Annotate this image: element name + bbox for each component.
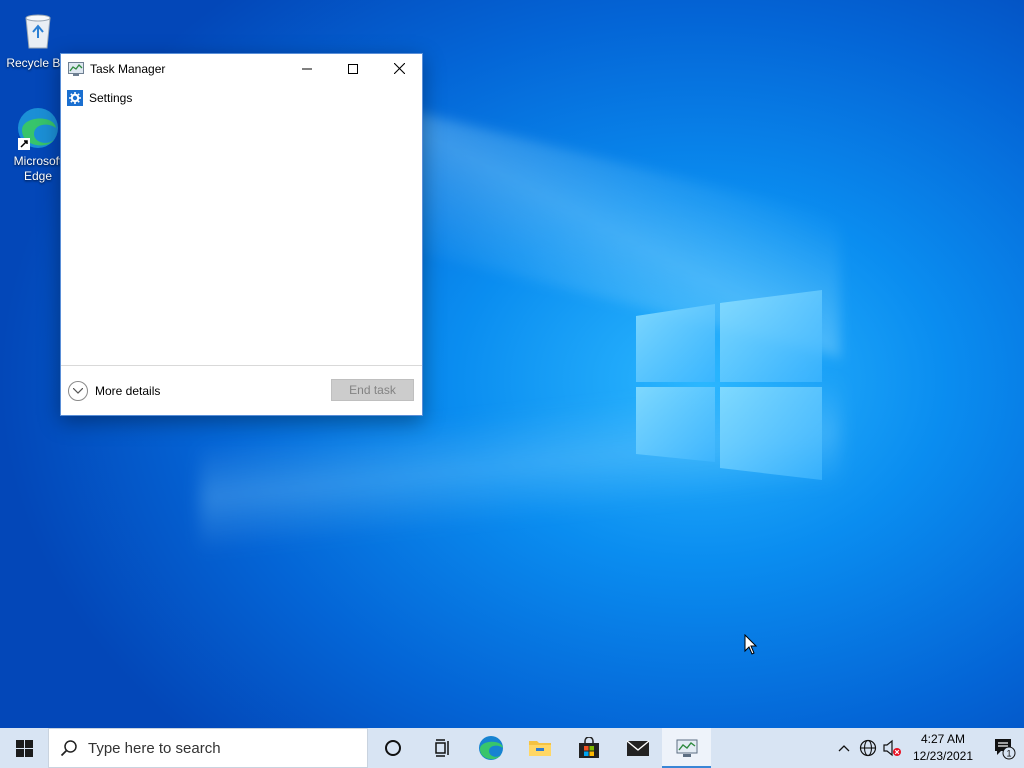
list-item[interactable]: Settings: [61, 87, 422, 109]
chevron-down-icon: [68, 380, 88, 401]
minimize-button[interactable]: [284, 54, 330, 83]
taskbar-mail-button[interactable]: [613, 728, 662, 768]
task-view-button[interactable]: [417, 728, 466, 768]
windows-start-icon: [15, 739, 33, 757]
action-center-button[interactable]: 1: [984, 728, 1024, 768]
search-icon: [60, 740, 77, 757]
more-details-toggle[interactable]: More details: [68, 380, 161, 401]
settings-gear-icon: [67, 90, 83, 106]
cortana-icon: [384, 740, 401, 756]
task-manager-window[interactable]: Task Manager Settings More details End t…: [60, 53, 423, 416]
start-button[interactable]: [0, 728, 48, 768]
maximize-button[interactable]: [330, 54, 376, 83]
volume-button[interactable]: [880, 728, 904, 768]
system-tray: 4:27 AM 12/23/2021 1: [832, 728, 1024, 768]
task-manager-icon: [68, 61, 84, 77]
process-list: Settings: [61, 83, 422, 109]
taskbar-search-box[interactable]: Type here to search: [48, 728, 368, 768]
show-hidden-icons-button[interactable]: [832, 728, 856, 768]
more-details-label: More details: [95, 383, 161, 398]
recycle-bin-icon: [16, 8, 60, 52]
taskbar: Type here to search 4:27 AM 12/23/2021 1: [0, 728, 1024, 768]
file-explorer-icon: [528, 741, 551, 756]
taskbar-file-explorer-button[interactable]: [515, 728, 564, 768]
chevron-up-icon: [838, 745, 850, 752]
taskbar-store-button[interactable]: [564, 728, 613, 768]
edge-icon: [478, 736, 503, 760]
mail-icon: [626, 740, 649, 756]
taskbar-clock[interactable]: 4:27 AM 12/23/2021: [908, 731, 978, 765]
notification-count: 1: [1006, 749, 1011, 759]
minimize-icon: [302, 68, 312, 69]
task-view-icon: [434, 739, 449, 757]
window-title: Task Manager: [90, 61, 166, 76]
close-button[interactable]: [376, 54, 422, 83]
globe-network-icon: [859, 739, 877, 757]
search-placeholder: Type here to search: [88, 739, 221, 757]
taskbar-task-manager-button[interactable]: [662, 728, 711, 768]
clock-time: 4:27 AM: [920, 732, 966, 746]
speaker-muted-icon: [883, 739, 901, 757]
clock-date: 12/23/2021: [912, 749, 974, 763]
maximize-icon: [348, 63, 358, 74]
window-footer: More details End task: [61, 365, 422, 415]
windows-wallpaper-logo: [636, 290, 822, 480]
network-button[interactable]: [856, 728, 880, 768]
task-manager-icon: [676, 739, 697, 757]
close-icon: [393, 63, 405, 74]
taskbar-edge-button[interactable]: [466, 728, 515, 768]
cortana-button[interactable]: [368, 728, 417, 768]
mouse-cursor-icon: [744, 633, 758, 660]
notification-icon: 1: [995, 739, 1016, 760]
edge-icon: [16, 106, 60, 150]
process-name: Settings: [89, 91, 133, 105]
end-task-button[interactable]: End task: [331, 379, 414, 401]
microsoft-store-icon: [578, 737, 599, 758]
title-bar[interactable]: Task Manager: [61, 54, 422, 83]
